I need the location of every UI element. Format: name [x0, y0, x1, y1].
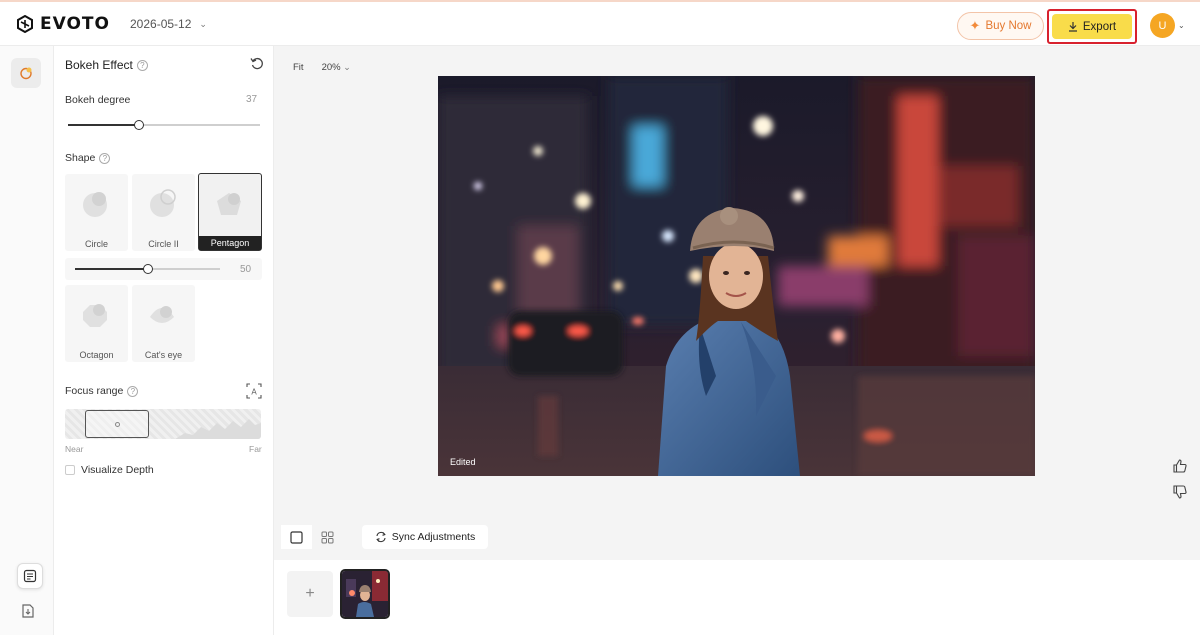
- download-icon: [1068, 22, 1077, 32]
- single-view-button[interactable]: [281, 525, 312, 549]
- sync-icon: [376, 531, 386, 543]
- add-photo-button[interactable]: +: [287, 571, 333, 617]
- fit-button[interactable]: Fit: [293, 62, 304, 73]
- circle-shape-icon: [83, 192, 107, 217]
- top-bar: EVOTO 2026-05-12 ⌄ ✦ Buy Now Export U ⌄: [0, 0, 1200, 46]
- bottom-toolbar: Sync Adjustments: [274, 521, 1200, 555]
- focus-range-label-text: Focus range: [65, 385, 124, 397]
- shape-strength-slider[interactable]: [75, 264, 220, 274]
- slider-handle[interactable]: [134, 120, 144, 130]
- far-label: Far: [249, 444, 262, 454]
- shape-label-octagon: Octagon: [79, 350, 114, 360]
- chevron-down-icon[interactable]: ⌄: [1178, 21, 1185, 30]
- circle-ii-shape-icon: [150, 189, 176, 217]
- thumbnail-image: [342, 571, 388, 617]
- view-mode-toggle: [281, 525, 343, 549]
- help-icon[interactable]: ?: [136, 59, 148, 71]
- cats-eye-shape-icon: [150, 306, 174, 323]
- slider-handle[interactable]: [143, 264, 153, 274]
- bokeh-degree-value: 37: [246, 94, 258, 105]
- bokeh-degree-label: Bokeh degree: [65, 94, 131, 106]
- sync-adjustments-button[interactable]: Sync Adjustments: [362, 525, 488, 549]
- focus-range-label: Focus range ?: [65, 385, 139, 397]
- edited-status: Edited: [450, 457, 476, 467]
- shape-label-text: Shape: [65, 152, 96, 164]
- visualize-depth-checkbox[interactable]: [65, 465, 75, 475]
- export-highlight: Export: [1047, 9, 1137, 44]
- shape-option-cats-eye[interactable]: Cat's eye: [132, 285, 195, 362]
- focus-range-handle[interactable]: [85, 410, 149, 438]
- single-view-icon: [290, 530, 303, 544]
- grid-view-icon: [321, 531, 334, 543]
- panel-title-text: Bokeh Effect: [65, 58, 133, 72]
- tool-rail: [0, 46, 54, 635]
- shape-option-pentagon[interactable]: Pentagon: [198, 173, 262, 251]
- sparkle-icon: ✦: [969, 18, 981, 33]
- visualize-depth-label: Visualize Depth: [81, 464, 154, 476]
- octagon-shape-icon: [83, 304, 107, 327]
- thumbs-down-icon[interactable]: [1172, 484, 1188, 500]
- logo-icon: [17, 15, 33, 33]
- shape-strength-value: 50: [240, 264, 252, 275]
- export-label: Export: [1082, 20, 1117, 33]
- slider-fill: [68, 124, 139, 126]
- bokeh-degree-slider[interactable]: [68, 120, 260, 130]
- bokeh-tool-button[interactable]: [11, 58, 41, 88]
- buy-now-button[interactable]: ✦ Buy Now: [957, 12, 1044, 40]
- app-name: EVOTO: [40, 14, 110, 34]
- focus-range-selector[interactable]: [65, 409, 261, 439]
- shape-label: Shape ?: [65, 152, 111, 164]
- focus-center-dot: [115, 422, 120, 427]
- photo-street-night: [438, 76, 1035, 476]
- pentagon-shape-icon: [217, 193, 241, 215]
- import-icon[interactable]: [20, 603, 36, 619]
- project-date-select[interactable]: 2026-05-12 ⌄: [130, 17, 207, 31]
- shape-label-circle-ii: Circle II: [148, 239, 179, 249]
- shape-label-circle: Circle: [84, 239, 108, 249]
- grid-view-button[interactable]: [312, 525, 343, 549]
- filmstrip: +: [274, 560, 1200, 635]
- image-canvas: Fit 20% ⌄ Edited: [274, 46, 1200, 544]
- near-label: Near: [65, 444, 84, 454]
- zoom-level: 20%: [321, 62, 341, 73]
- avatar[interactable]: U: [1150, 13, 1175, 38]
- svg-text:A: A: [251, 388, 257, 397]
- bokeh-tool-icon: [20, 67, 32, 80]
- shape-strength-row: 50: [65, 258, 262, 280]
- help-icon[interactable]: ?: [127, 385, 139, 397]
- thumbs-up-icon[interactable]: [1172, 458, 1188, 474]
- slider-fill: [75, 268, 148, 270]
- export-button[interactable]: Export: [1052, 14, 1132, 39]
- sync-adjustments-label: Sync Adjustments: [391, 531, 476, 543]
- shape-option-octagon[interactable]: Octagon: [65, 285, 128, 362]
- edited-photo[interactable]: Edited: [438, 76, 1035, 476]
- shape-option-circle[interactable]: Circle: [65, 174, 128, 251]
- chevron-down-icon: ⌄: [199, 18, 207, 29]
- buy-now-label: Buy Now: [985, 20, 1032, 32]
- notes-button[interactable]: [17, 563, 43, 589]
- depth-histogram: [175, 419, 261, 439]
- project-date: 2026-05-12: [130, 17, 192, 31]
- reset-icon[interactable]: [250, 57, 264, 71]
- app-logo: EVOTO: [16, 14, 110, 34]
- shape-label-cats-eye: Cat's eye: [144, 350, 183, 360]
- help-icon[interactable]: ?: [99, 152, 111, 164]
- shape-label-pentagon: Pentagon: [199, 236, 261, 250]
- zoom-select[interactable]: 20% ⌄: [322, 62, 351, 73]
- zoom-bar: Fit 20% ⌄: [293, 62, 351, 73]
- shape-option-circle-ii[interactable]: Circle II: [132, 174, 195, 251]
- auto-focus-icon[interactable]: A: [246, 383, 262, 399]
- bokeh-settings-panel: Bokeh Effect ? Bokeh degree 37 Shape ? C…: [54, 46, 274, 635]
- notes-icon: [23, 569, 37, 583]
- panel-title: Bokeh Effect ?: [65, 58, 148, 72]
- photo-thumbnail[interactable]: [340, 569, 390, 619]
- chevron-down-icon: ⌄: [343, 62, 351, 72]
